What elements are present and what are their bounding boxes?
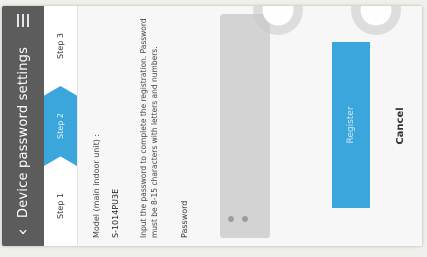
model-label: Model (main indoor unit) :: [92, 133, 101, 238]
form-content: Model (main indoor unit) : S-1014PU3E In…: [92, 12, 189, 238]
app-header: ‹ Device password settings: [2, 6, 44, 246]
step-indicator: Step 1 Step 2 Step 3: [44, 6, 78, 246]
back-button[interactable]: ‹: [2, 218, 44, 246]
password-dot: [242, 216, 248, 222]
app-screen: ‹ Device password settings Step 1 Step 2…: [2, 6, 422, 246]
password-label: Password: [180, 200, 189, 238]
cancel-button[interactable]: Cancel: [380, 6, 420, 246]
password-input[interactable]: [220, 14, 270, 238]
hamburger-menu-icon[interactable]: [17, 6, 29, 36]
register-button[interactable]: Register: [332, 42, 370, 208]
step-3: Step 3: [56, 33, 65, 59]
model-value: S-1014PU3E: [111, 188, 120, 238]
password-instructions: Input the password to complete the regis…: [139, 18, 159, 238]
chevron-left-icon: ‹: [13, 228, 33, 236]
step-2-active: Step 2: [44, 86, 77, 166]
phone-content: ‹ Device password settings Step 1 Step 2…: [2, 6, 422, 246]
password-dot: [228, 216, 234, 222]
page-title: Device password settings: [15, 46, 31, 218]
step-1: Step 1: [56, 193, 65, 219]
